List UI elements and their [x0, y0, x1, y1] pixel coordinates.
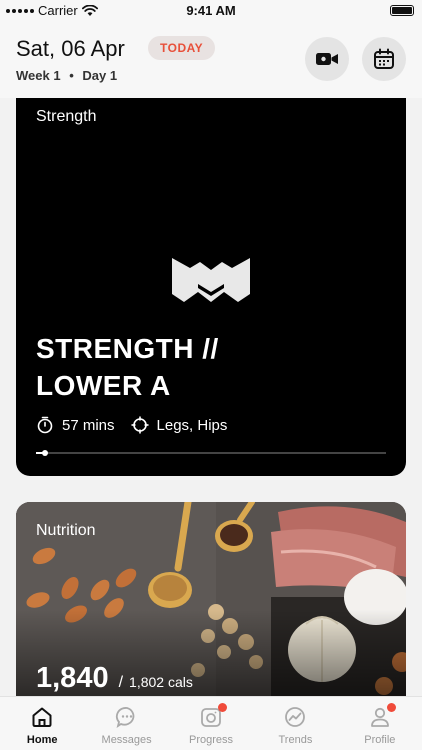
workout-progress-handle	[42, 450, 48, 456]
tab-messages[interactable]: Messages	[84, 697, 168, 750]
tab-progress[interactable]: Progress	[169, 697, 253, 750]
tab-progress-label: Progress	[189, 734, 234, 746]
brand-logo-icon	[172, 258, 250, 302]
tab-trends-label: Trends	[278, 734, 313, 746]
today-badge[interactable]: TODAY	[148, 36, 216, 60]
focus-item: Legs, Hips	[131, 416, 228, 434]
focus-label: Legs, Hips	[156, 416, 228, 434]
workout-title-line-1: STRENGTH //	[36, 333, 219, 364]
calorie-separator: /	[118, 674, 124, 691]
chat-icon	[115, 705, 139, 729]
tab-profile[interactable]: Profile	[338, 697, 422, 750]
duration-label: 57 mins	[62, 416, 115, 434]
week-label: Week 1	[16, 68, 61, 83]
camera-icon	[199, 703, 228, 729]
week-day-separator: •	[69, 68, 74, 83]
stopwatch-icon	[37, 416, 53, 434]
calendar-button[interactable]	[362, 37, 406, 81]
calories-consumed: 1,840	[36, 662, 109, 694]
workout-meta: 57 mins Legs, Hips	[36, 416, 243, 434]
profile-notification-dot	[386, 703, 396, 712]
nutrition-card[interactable]: Nutrition 1,840 / 1,802 cals	[16, 502, 406, 698]
duration-item: 57 mins	[36, 416, 115, 434]
strength-workout-card[interactable]: Strength STRENGTH // LOWER A 57 mins Leg	[16, 98, 406, 476]
workout-title-line-2: LOWER A	[36, 370, 171, 401]
workout-title: STRENGTH // LOWER A	[36, 330, 356, 404]
week-day-line: Week 1 • Day 1	[16, 68, 117, 83]
tab-profile-label: Profile	[364, 734, 396, 746]
tab-messages-label: Messages	[101, 734, 152, 746]
strength-category-label: Strength	[36, 108, 97, 125]
battery-icon	[390, 5, 414, 16]
status-bar: Carrier 9:41 AM	[0, 0, 422, 22]
tab-home-label: Home	[26, 734, 58, 746]
calorie-summary: 1,840 / 1,802 cals	[36, 662, 193, 695]
date-title: Sat, 06 Apr	[16, 36, 125, 61]
header: Sat, 06 Apr TODAY Week 1 • Day 1	[0, 22, 422, 98]
calorie-target: 1,802 cals	[129, 674, 193, 690]
workout-progress-bar	[36, 450, 386, 456]
progress-notification-dot	[218, 703, 228, 712]
tab-home[interactable]: Home	[0, 697, 84, 750]
nutrition-category-label: Nutrition	[36, 522, 96, 539]
video-button[interactable]	[305, 37, 349, 81]
video-camera-icon	[316, 53, 338, 65]
calendar-icon	[374, 48, 394, 69]
status-time: 9:41 AM	[186, 3, 236, 18]
target-icon	[131, 416, 149, 434]
tab-bar: Home Messages Progress Trends Profile	[0, 696, 422, 750]
home-icon	[30, 705, 54, 729]
day-label: Day 1	[82, 68, 118, 83]
tab-trends[interactable]: Trends	[253, 697, 337, 750]
profile-icon	[368, 703, 396, 729]
trends-icon	[283, 705, 307, 729]
